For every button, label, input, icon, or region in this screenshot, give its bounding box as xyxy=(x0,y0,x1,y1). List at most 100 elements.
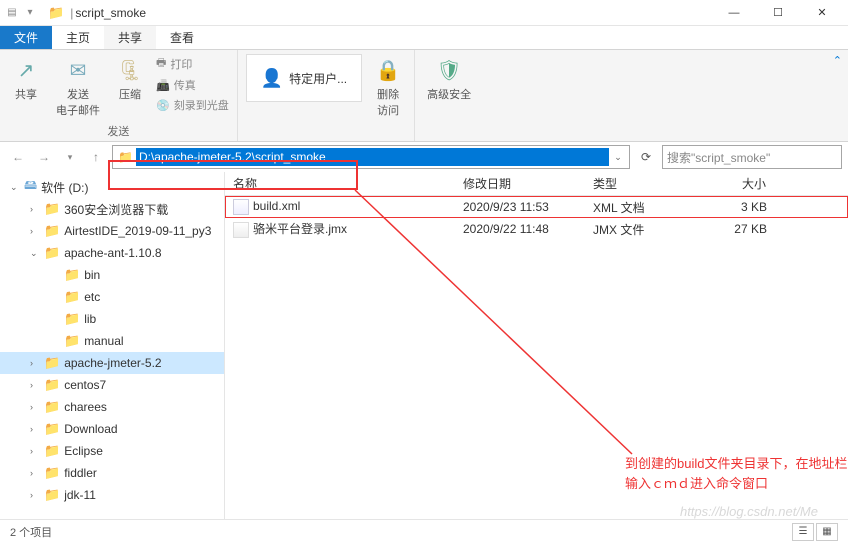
up-button[interactable]: ↑ xyxy=(84,145,108,169)
tree-item[interactable]: ›📁jdk-11 xyxy=(0,484,224,506)
expand-icon[interactable]: › xyxy=(30,402,40,412)
burn-button[interactable]: 💿刻录到光盘 xyxy=(156,97,229,113)
col-date[interactable]: 修改日期 xyxy=(455,175,585,192)
tree-label: manual xyxy=(84,334,123,348)
tree-label: AirtestIDE_2019-09-11_py3 xyxy=(64,224,211,238)
expand-icon[interactable]: › xyxy=(30,468,40,478)
group-send-label: 发送 xyxy=(8,123,229,139)
folder-icon: 📁 xyxy=(48,5,64,21)
col-size[interactable]: 大小 xyxy=(695,175,775,192)
qat-down-icon[interactable]: ▾ xyxy=(22,5,38,21)
expand-icon[interactable]: › xyxy=(30,446,40,456)
adv-sec-label: 高级安全 xyxy=(427,86,471,102)
expand-icon[interactable]: › xyxy=(30,380,40,390)
view-buttons: ☰ ▦ xyxy=(792,523,838,541)
expand-icon[interactable]: ⌄ xyxy=(10,182,20,193)
ribbon: ↗ 共享 ✉ 发送 电子邮件 🗜 压缩 🖶打印 📠传真 💿刻录到光盘 发送 👤 xyxy=(0,50,848,142)
folder-icon: 📁 xyxy=(44,201,60,217)
navigation-tree[interactable]: ⌄ 🖴 软件 (D:) ›📁360安全浏览器下载›📁AirtestIDE_201… xyxy=(0,172,225,524)
file-name: build.xml xyxy=(253,199,300,213)
refresh-button[interactable]: ⟳ xyxy=(634,145,658,169)
file-row[interactable]: 骆米平台登录.jmx2020/9/22 11:48JMX 文件27 KB xyxy=(225,218,848,240)
remove-access-button[interactable]: 🔒 删除 访问 xyxy=(370,54,406,120)
expand-icon[interactable]: › xyxy=(30,204,40,214)
tree-item[interactable]: ›📁Eclipse xyxy=(0,440,224,462)
back-button[interactable]: ← xyxy=(6,145,30,169)
ribbon-group-sharewith: 👤 特定用户... 🔒 删除 访问 xyxy=(238,50,415,141)
expand-icon[interactable]: › xyxy=(30,226,40,236)
tree-item[interactable]: ›📁charees xyxy=(0,396,224,418)
tree-item[interactable]: ⌄📁apache-ant-1.10.8 xyxy=(0,242,224,264)
fax-icon: 📠 xyxy=(156,79,170,92)
qat-icon[interactable]: ▤ xyxy=(4,5,20,21)
watermark: https://blog.csdn.net/Me xyxy=(680,504,818,519)
address-bar[interactable]: 📁 ⌄ xyxy=(112,145,630,169)
expand-icon[interactable]: › xyxy=(30,424,40,434)
close-button[interactable]: ✕ xyxy=(800,0,844,26)
tree-item[interactable]: ›📁fiddler xyxy=(0,462,224,484)
search-box[interactable]: 搜索"script_smoke" xyxy=(662,145,842,169)
compress-label: 压缩 xyxy=(119,86,141,102)
col-name[interactable]: 名称 xyxy=(225,175,455,192)
addr-folder-icon: 📁 xyxy=(118,150,133,164)
advanced-security-button[interactable]: 🛡 高级安全 xyxy=(423,54,475,104)
recent-button[interactable]: ▾ xyxy=(58,145,82,169)
folder-icon: 📁 xyxy=(64,267,80,283)
email-button[interactable]: ✉ 发送 电子邮件 xyxy=(52,54,104,120)
tree-item[interactable]: 📁 bin xyxy=(0,264,224,286)
file-date: 2020/9/23 11:53 xyxy=(455,200,585,214)
tab-home[interactable]: 主页 xyxy=(52,26,104,49)
share-button[interactable]: ↗ 共享 xyxy=(8,54,44,104)
tree-label: bin xyxy=(84,268,100,282)
folder-icon: 📁 xyxy=(44,465,60,481)
addr-dropdown-icon[interactable]: ⌄ xyxy=(609,152,627,163)
tree-drive[interactable]: ⌄ 🖴 软件 (D:) xyxy=(0,176,224,198)
expand-icon[interactable]: › xyxy=(30,358,40,368)
minimize-button[interactable]: — xyxy=(712,0,756,26)
ribbon-group-security: 🛡 高级安全 xyxy=(415,50,483,141)
forward-button[interactable]: → xyxy=(32,145,56,169)
file-type: JMX 文件 xyxy=(585,221,695,238)
tree-item[interactable]: 📁 etc xyxy=(0,286,224,308)
folder-icon: 📁 xyxy=(44,223,60,239)
maximize-button[interactable]: ☐ xyxy=(756,0,800,26)
nav-buttons: ← → ▾ ↑ xyxy=(6,145,108,169)
tree-label: etc xyxy=(84,290,100,304)
folder-icon: 📁 xyxy=(64,333,80,349)
tree-item[interactable]: ›📁Download xyxy=(0,418,224,440)
content-area: ⌄ 🖴 软件 (D:) ›📁360安全浏览器下载›📁AirtestIDE_201… xyxy=(0,172,848,524)
tab-view[interactable]: 查看 xyxy=(156,26,208,49)
file-icon xyxy=(233,222,249,238)
tree-item[interactable]: › 📁 AirtestIDE_2019-09-11_py3 xyxy=(0,220,224,242)
tab-file[interactable]: 文件 xyxy=(0,26,52,49)
tree-label: lib xyxy=(84,312,96,326)
col-type[interactable]: 类型 xyxy=(585,175,695,192)
details-view-button[interactable]: ☰ xyxy=(792,523,814,541)
tree-item[interactable]: 📁 manual xyxy=(0,330,224,352)
folder-icon: 📁 xyxy=(44,443,60,459)
expand-icon[interactable]: › xyxy=(30,490,40,500)
print-button[interactable]: 🖶打印 xyxy=(156,54,229,73)
tree-item[interactable]: › 📁360安全浏览器下载 xyxy=(0,198,224,220)
tree-item[interactable]: ›📁centos7 xyxy=(0,374,224,396)
user-icon: 👤 xyxy=(261,68,283,89)
ribbon-expand-icon[interactable]: ⌃ xyxy=(833,54,842,67)
qat: ▤ ▾ xyxy=(4,5,38,21)
expand-icon[interactable]: ⌄ xyxy=(30,248,40,259)
folder-icon: 📁 xyxy=(44,421,60,437)
tree-label: 360安全浏览器下载 xyxy=(64,201,168,218)
specific-users-button[interactable]: 👤 特定用户... xyxy=(246,54,362,102)
fax-button[interactable]: 📠传真 xyxy=(156,77,229,93)
file-size: 27 KB xyxy=(695,222,775,236)
tree-item[interactable]: 📁lib xyxy=(0,308,224,330)
file-row[interactable]: build.xml2020/9/23 11:53XML 文档3 KB xyxy=(225,196,848,218)
tab-share[interactable]: 共享 xyxy=(104,26,156,49)
icons-view-button[interactable]: ▦ xyxy=(816,523,838,541)
address-input[interactable] xyxy=(136,148,609,166)
lock-icon: 🔒 xyxy=(374,56,402,84)
compress-button[interactable]: 🗜 压缩 xyxy=(112,54,148,104)
folder-icon: 📁 xyxy=(44,487,60,503)
window-controls: — ☐ ✕ xyxy=(712,0,844,26)
tree-item[interactable]: ›📁apache-jmeter-5.2 xyxy=(0,352,224,374)
folder-icon: 📁 xyxy=(64,289,80,305)
